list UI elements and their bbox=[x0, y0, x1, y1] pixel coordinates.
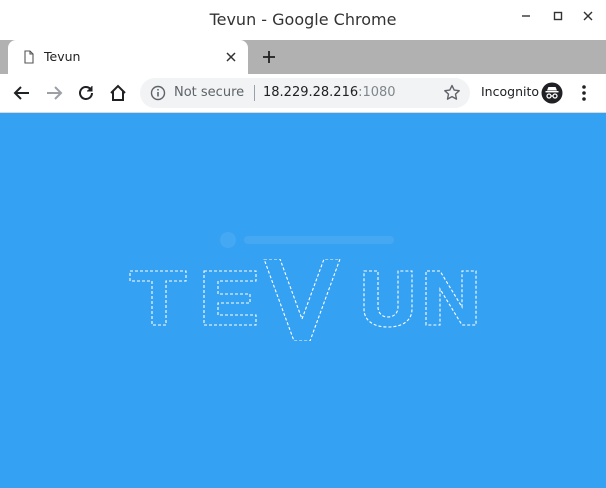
tab-close-button[interactable] bbox=[222, 48, 240, 66]
minimize-icon bbox=[522, 15, 530, 17]
page-icon bbox=[24, 50, 34, 64]
arrow-right-icon bbox=[47, 86, 63, 100]
forward-button[interactable] bbox=[40, 79, 68, 107]
menu-button[interactable] bbox=[572, 81, 596, 105]
reload-icon bbox=[79, 86, 93, 100]
home-button[interactable] bbox=[104, 79, 132, 107]
close-window-button[interactable] bbox=[576, 6, 600, 26]
incognito-label: Incognito bbox=[481, 84, 540, 99]
address-bar[interactable]: Not secure 18.229.28.216:1080 bbox=[140, 78, 470, 108]
page-content bbox=[0, 113, 606, 488]
url-port: :1080 bbox=[358, 85, 396, 100]
maximize-icon bbox=[553, 11, 563, 21]
home-icon bbox=[110, 84, 126, 101]
new-tab-button[interactable] bbox=[256, 45, 282, 69]
maximize-button[interactable] bbox=[546, 6, 570, 26]
tab-title: Tevun bbox=[44, 49, 81, 64]
security-status[interactable]: Not secure bbox=[174, 85, 244, 100]
tevun-logo bbox=[129, 259, 477, 341]
more-vertical-icon bbox=[582, 85, 586, 101]
tab-tevun[interactable]: Tevun bbox=[8, 40, 248, 74]
plus-icon bbox=[263, 51, 275, 63]
watermark-graphic bbox=[220, 232, 394, 248]
close-icon bbox=[226, 52, 236, 62]
url-text[interactable]: 18.229.28.216:1080 bbox=[263, 85, 396, 100]
browser-toolbar: Not secure 18.229.28.216:1080 Incognito bbox=[0, 74, 606, 113]
title-bar: Tevun - Google Chrome bbox=[0, 0, 606, 40]
arrow-left-icon bbox=[13, 86, 29, 100]
reload-button[interactable] bbox=[72, 79, 100, 107]
info-icon[interactable] bbox=[150, 85, 166, 101]
address-divider bbox=[254, 85, 255, 101]
url-host: 18.229.28.216 bbox=[263, 85, 359, 100]
back-button[interactable] bbox=[8, 79, 36, 107]
minimize-button[interactable] bbox=[514, 6, 538, 26]
star-icon[interactable] bbox=[442, 83, 462, 103]
incognito-icon[interactable] bbox=[541, 82, 563, 104]
close-icon bbox=[583, 11, 593, 21]
tab-strip: Tevun bbox=[0, 40, 606, 74]
